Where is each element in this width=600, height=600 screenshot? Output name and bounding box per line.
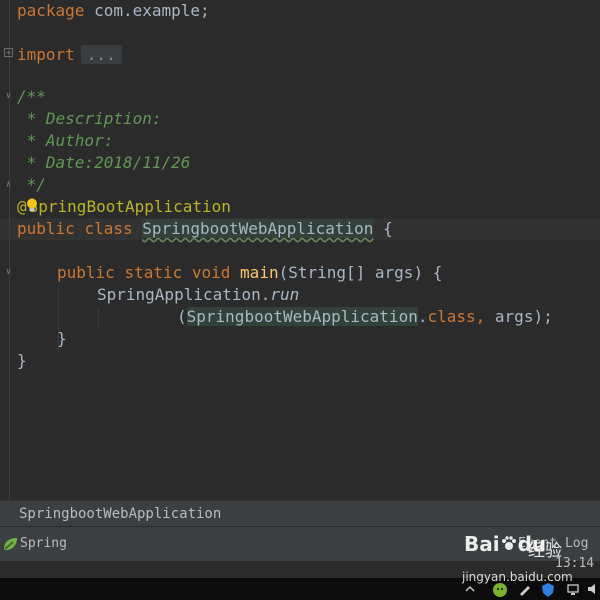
code-line-import: import... bbox=[17, 44, 122, 66]
keyword: import bbox=[17, 45, 75, 64]
fold-collapse-icon[interactable]: ∨ bbox=[4, 268, 13, 277]
watermark-url: jingyan.baidu.com bbox=[462, 570, 573, 584]
comment-line: * Description: bbox=[17, 109, 162, 128]
main-method-line: public static void main(String[] args) { bbox=[57, 262, 442, 284]
code-line-1: package com.example; bbox=[17, 0, 210, 22]
baidu-jingyan-watermark: Bai du 经验 jingyan.baidu.com bbox=[462, 532, 600, 592]
keyword: public bbox=[57, 263, 115, 282]
fold-end-icon[interactable]: ∧ bbox=[4, 181, 13, 190]
fold-expand-icon[interactable]: + bbox=[4, 48, 13, 57]
annotation-name: SpringBootApplication bbox=[28, 197, 231, 216]
spring-tab-label: Spring bbox=[20, 536, 67, 551]
paw-icon bbox=[501, 536, 516, 550]
run-args-line: (SpringbootWebApplication.class, args); bbox=[177, 306, 553, 328]
comment-line: /** bbox=[17, 87, 46, 106]
annotation-line: @ SpringBootApplication bbox=[17, 196, 231, 218]
class-reference: SpringbootWebApplication bbox=[186, 307, 418, 326]
args-rest: , args); bbox=[475, 307, 553, 326]
receiver: SpringApplication. bbox=[97, 285, 271, 304]
closing-brace: } bbox=[57, 329, 67, 348]
lightbulb-icon[interactable] bbox=[26, 198, 38, 212]
keyword: class bbox=[427, 307, 476, 326]
run-call-line: SpringApplication.run bbox=[97, 284, 299, 306]
breadcrumb[interactable]: SpringbootWebApplication bbox=[0, 500, 600, 527]
comment-line: */ bbox=[17, 175, 46, 194]
package-name: com.example; bbox=[84, 1, 210, 20]
class-declaration-line: public class SpringbootWebApplication { bbox=[17, 218, 393, 240]
comment-line: * Author: bbox=[17, 131, 114, 150]
folded-imports[interactable]: ... bbox=[80, 45, 122, 64]
spring-tool-tab[interactable]: Spring bbox=[2, 535, 67, 553]
indent-guide bbox=[98, 308, 99, 330]
comment-line: * Date:2018/11/26 bbox=[17, 153, 191, 172]
breadcrumb-item[interactable]: SpringbootWebApplication bbox=[19, 506, 221, 522]
gutter-divider bbox=[9, 0, 10, 500]
keyword: package bbox=[17, 1, 85, 20]
fold-collapse-icon[interactable]: ∨ bbox=[4, 92, 13, 101]
keyword: public bbox=[17, 219, 75, 238]
watermark-jingyan: 经验 bbox=[528, 541, 562, 561]
keyword: void bbox=[191, 263, 231, 282]
spring-leaf-icon bbox=[4, 537, 17, 550]
watermark-brand-bai: Bai bbox=[464, 532, 500, 556]
paren: ( bbox=[177, 307, 187, 326]
code-editor[interactable]: + ∨ ∧ ∨ package com.example; import... /… bbox=[0, 0, 600, 500]
method-params: (String[] args) { bbox=[278, 263, 443, 282]
static-method: run bbox=[270, 285, 300, 304]
closing-brace: } bbox=[17, 351, 27, 370]
keyword: class bbox=[84, 219, 133, 238]
brace: { bbox=[383, 219, 393, 238]
method-name: main bbox=[240, 263, 279, 282]
class-name[interactable]: SpringbootWebApplication bbox=[142, 219, 374, 238]
keyword: static bbox=[124, 263, 183, 282]
